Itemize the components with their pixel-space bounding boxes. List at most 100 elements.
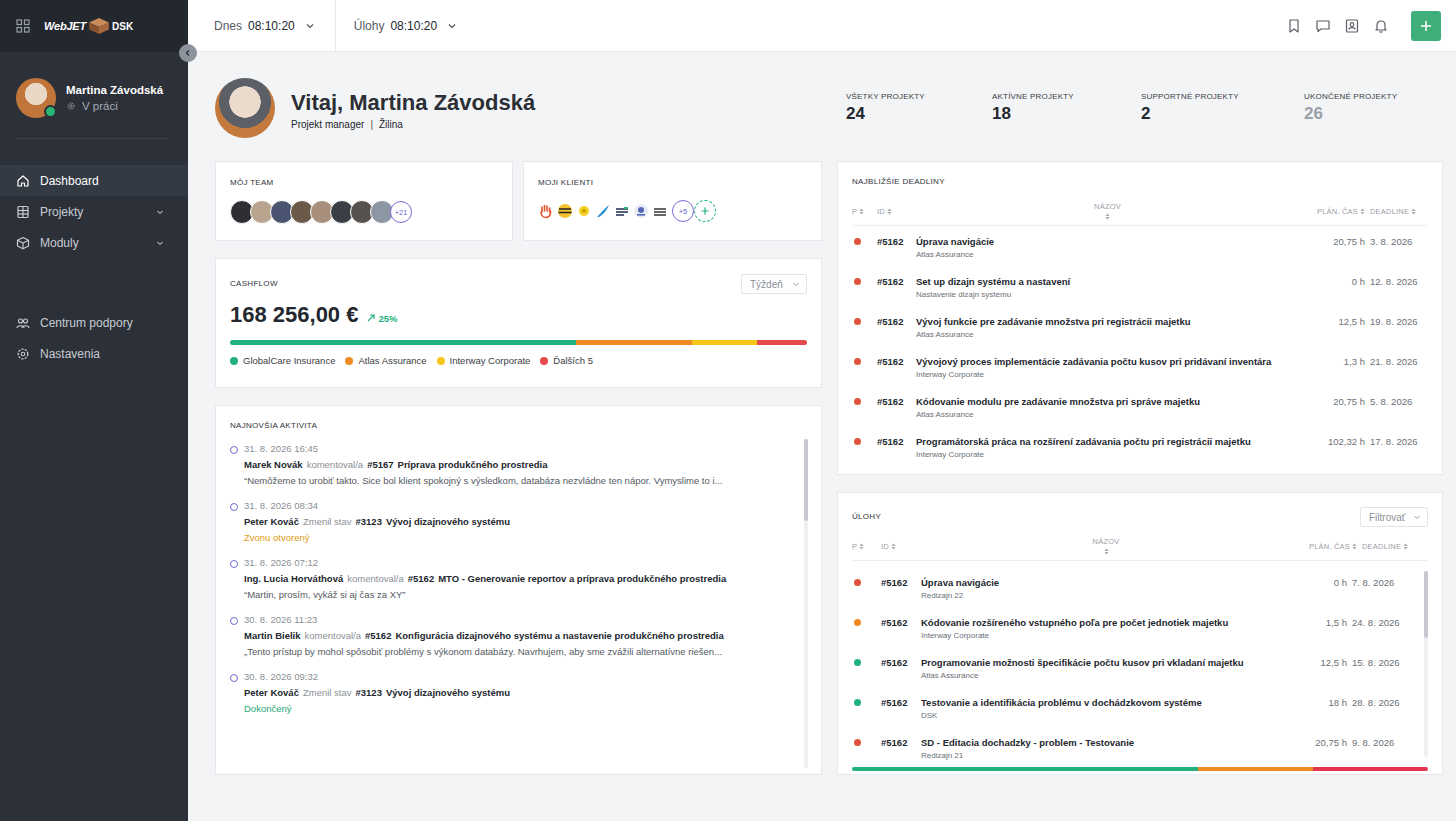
column-header[interactable]: ID — [877, 207, 916, 216]
more-members-badge[interactable]: +21 — [390, 201, 412, 223]
bookmark-icon[interactable] — [1286, 18, 1302, 34]
column-header[interactable]: ID — [881, 542, 921, 551]
legend-item[interactable]: Atlas Assurance — [345, 355, 426, 366]
priority-dot — [854, 358, 861, 365]
legend-item[interactable]: Interway Corporate — [437, 355, 531, 366]
welcome-header: Vitaj, Martina ZávodskáProjekt manager|Ž… — [215, 78, 1443, 138]
tasks-scrollbar[interactable] — [1424, 571, 1428, 757]
task-row[interactable]: #5162Testovanie a identifikácia problému… — [852, 685, 1418, 725]
modules-icon — [16, 236, 30, 250]
main-nav: DashboardProjektyModuly — [0, 165, 188, 258]
stripes-logo-icon[interactable] — [614, 203, 630, 219]
deadline-row[interactable]: #5162Programátorská práca na rozšírení z… — [852, 426, 1428, 466]
sort-icon — [1104, 548, 1109, 555]
sun-logo-icon[interactable] — [576, 203, 592, 219]
column-header[interactable]: NÁZOV — [921, 537, 1291, 555]
left-column: MÔJ TEAM+21MOJI KLIENTI+5CASHFLOWTýždeň1… — [215, 161, 822, 775]
stat[interactable]: UKONČENÉ PROJEKTY26 — [1304, 92, 1443, 124]
cashflow-segment[interactable] — [576, 340, 691, 345]
topbar-actions — [1286, 11, 1441, 41]
bars-logo-icon[interactable] — [652, 203, 668, 219]
swoosh-logo-icon[interactable] — [595, 203, 611, 219]
cashflow-amount: 168 256,00 € — [230, 302, 358, 328]
timeline-dot — [230, 674, 238, 682]
task-row[interactable]: #5162SD - Editacia dochadzky - problem -… — [852, 725, 1418, 763]
add-button[interactable] — [1411, 11, 1441, 41]
column-header[interactable]: P — [852, 542, 881, 551]
user-avatar — [16, 78, 56, 118]
timeline-dot — [230, 617, 238, 625]
column-header[interactable]: P — [852, 207, 877, 216]
support-nav: Centrum podporyNastavenia — [0, 307, 188, 369]
badge-logo-icon[interactable] — [633, 203, 649, 219]
right-column: NAJBLIŽŠIE DEADLINYP ID NÁZOV PLÁN. ČAS … — [837, 161, 1443, 775]
nav-item[interactable]: Projekty — [0, 196, 188, 227]
hand-logo-icon[interactable] — [538, 203, 554, 219]
table-header: P ID NÁZOV PLÁN. ČAS DEADLINE — [852, 202, 1428, 226]
column-header[interactable]: NÁZOV — [916, 202, 1299, 220]
deadline-row[interactable]: #5162Set up dizajn systému a nastaveníNa… — [852, 266, 1428, 306]
activity-card: NAJNOVŠIA AKTIVITA31. 8. 2026 16:45Marek… — [215, 405, 822, 775]
activity-item[interactable]: 30. 8. 2026 11:23Martin Bielikkomentoval… — [230, 614, 796, 658]
cashflow-trend: 25% — [367, 313, 397, 324]
priority-dot — [854, 398, 861, 405]
cashflow-legend: GlobalCare Insurance Atlas Assurance Inter… — [230, 355, 807, 366]
stat[interactable]: VŠETKY PROJEKTY24 — [846, 92, 992, 124]
client-logos: +5 — [538, 200, 807, 222]
task-row[interactable]: #5162Kódovanie rozšíreného vstupného poľ… — [852, 605, 1418, 645]
add-client-button[interactable] — [694, 200, 716, 222]
column-header[interactable]: DEADLINE — [1357, 542, 1428, 551]
stat[interactable]: SUPPORTNÉ PROJEKTY2 — [1141, 92, 1304, 124]
apps-grid-icon[interactable] — [16, 19, 30, 33]
filter-select[interactable]: Filtrovať — [1360, 507, 1428, 527]
nav-item[interactable]: Centrum podpory — [0, 307, 188, 338]
progress-segment — [1198, 767, 1313, 771]
contacts-icon[interactable] — [1344, 18, 1360, 34]
timer-dropdown[interactable]: Dnes08:10:20 — [214, 0, 335, 51]
sort-icon — [1360, 208, 1365, 215]
task-row[interactable]: #5162Úprava navigácieRedizajn 220 h7. 8.… — [852, 565, 1418, 605]
bell-icon[interactable] — [1373, 18, 1389, 34]
activity-scrollbar[interactable] — [804, 439, 808, 768]
priority-dot — [854, 278, 861, 285]
chevron-down-icon — [156, 208, 164, 216]
deadline-row[interactable]: #5162Vývojový proces implementácie zadáv… — [852, 346, 1428, 386]
legend-item[interactable]: Ďalších 5 — [540, 355, 593, 366]
nav-item[interactable]: Nastavenia — [0, 338, 188, 369]
trend-up-icon — [367, 314, 375, 322]
timer-dropdown[interactable]: Úlohy08:10:20 — [335, 0, 477, 51]
chat-icon[interactable] — [1315, 18, 1331, 34]
people-icon — [16, 316, 30, 330]
column-header[interactable]: DEADLINE — [1365, 207, 1428, 216]
cashflow-segment[interactable] — [757, 340, 807, 345]
team-avatars: +21 — [230, 200, 498, 224]
legend-item[interactable]: GlobalCare Insurance — [230, 355, 335, 366]
collapse-sidebar-button[interactable] — [179, 44, 197, 62]
nav-item[interactable]: Moduly — [0, 227, 188, 258]
deadline-row[interactable]: #5162Kódovanie modulu pre zadávanie množ… — [852, 386, 1428, 426]
activity-item[interactable]: 30. 8. 2026 09:32Peter KováčZmenil stav#… — [230, 671, 796, 715]
nav-item[interactable]: Dashboard — [0, 165, 188, 196]
task-row[interactable]: #5162Programovanie možnosti špecifikácie… — [852, 645, 1418, 685]
priority-dot — [854, 579, 861, 586]
user-name: Martina Závodská — [66, 84, 163, 96]
chevron-down-icon — [792, 280, 800, 288]
sort-icon — [891, 543, 896, 550]
logo[interactable]: WebJETDSK — [44, 17, 133, 35]
user-profile[interactable]: Martina ZávodskáV práci — [0, 52, 188, 118]
deadline-row[interactable]: #5162Vývoj funkcie pre zadávanie množstv… — [852, 306, 1428, 346]
cashflow-segment[interactable] — [230, 340, 576, 345]
period-select[interactable]: Týždeň — [741, 274, 807, 294]
bee-logo-icon[interactable] — [557, 203, 573, 219]
activity-item[interactable]: 31. 8. 2026 07:12Ing. Lucia Horváthováko… — [230, 557, 796, 601]
activity-item[interactable]: 31. 8. 2026 08:34Peter KováčZmenil stav#… — [230, 500, 796, 544]
cashflow-segment[interactable] — [692, 340, 757, 345]
more-clients-badge[interactable]: +5 — [672, 200, 694, 222]
stat[interactable]: AKTÍVNE PROJEKTY18 — [992, 92, 1141, 124]
chevron-down-icon — [305, 21, 315, 31]
column-header[interactable]: PLÁN. ČAS — [1291, 542, 1357, 551]
deadline-row[interactable]: #5162Úprava navigácieAtlas Assurance20,7… — [852, 226, 1428, 266]
activity-item[interactable]: 31. 8. 2026 16:45Marek Novákkomentoval/a… — [230, 443, 796, 487]
column-header[interactable]: PLÁN. ČAS — [1299, 207, 1365, 216]
sort-icon — [859, 208, 864, 215]
